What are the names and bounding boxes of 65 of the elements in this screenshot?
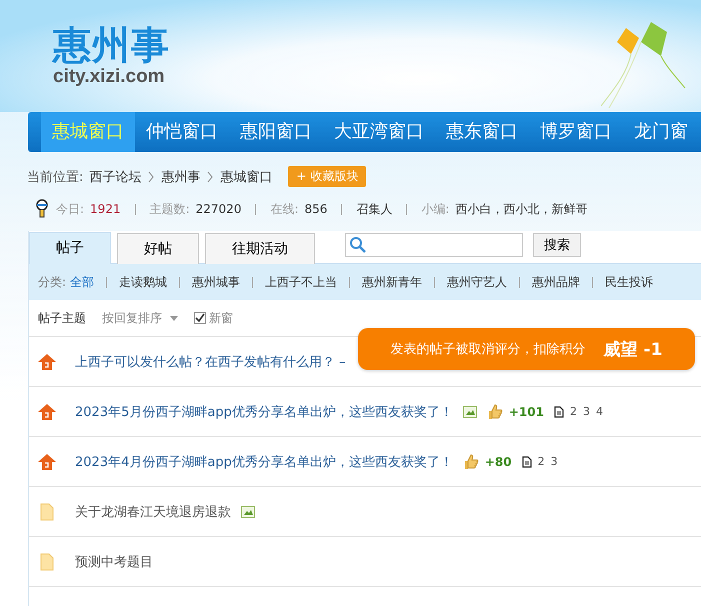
page-link[interactable]: 2 [538,455,545,468]
logo-domain: city.xizi.com [53,66,166,88]
thread-title[interactable]: 预测中考题目 [75,552,153,570]
page-link[interactable]: 4 [596,405,603,418]
category-link[interactable]: 惠州品牌 [532,274,580,290]
nav-tab[interactable]: 博罗窗口 [529,112,623,152]
score: +101 [508,404,544,418]
category-link[interactable]: 民生投诉 [605,274,654,290]
score: +80 [484,454,512,468]
page-link[interactable]: 3 [550,455,558,468]
hot-thread-icon [37,402,57,420]
chevron-icon [206,170,214,182]
magnifier-icon [34,199,50,219]
stat-label: 小编: [421,200,450,218]
toast-message: 发表的帖子被取消评分，扣除积分 [390,341,586,358]
nav-tab[interactable]: 惠阳窗口 [229,112,323,152]
check-icon [195,313,205,323]
tab[interactable]: 帖子 [29,232,111,264]
tab[interactable]: 往期活动 [205,233,315,264]
thread-title[interactable]: 2023年4月份西子湖畔app优秀分享名单出炉，这些西友获奖了！ [75,452,453,470]
page-icon [522,456,532,468]
category-link[interactable]: 惠州新青年 [362,274,422,290]
toast-value: 威望 -1 [604,338,662,360]
tab[interactable]: 好帖 [117,233,199,264]
nav-tab[interactable]: 惠东窗口 [435,112,529,152]
search-button[interactable]: 搜索 [533,233,581,257]
caret-icon [170,316,178,320]
thumbs-up-icon [486,404,503,420]
stat-label: 今日: [56,200,84,218]
stat-value: 227020 [196,202,242,216]
nav-tab[interactable]: 龙门窗 [623,112,699,152]
nav-tab[interactable]: 仲恺窗口 [135,112,229,152]
page-link[interactable]: 3 [582,405,590,418]
breadcrumb-link[interactable]: 惠州事 [161,168,200,186]
checkbox-label: 新窗 [209,310,233,326]
breadcrumb-link[interactable]: 西子论坛 [89,168,142,186]
thumbs-up-icon [462,454,479,470]
stat-value: 1921 [90,202,121,216]
stat-value: 召集人 [356,200,392,218]
column-title: 帖子主题 [38,310,86,326]
stat-label: 在线: [270,200,298,218]
category-link[interactable]: 走读鹅城 [119,274,168,290]
category-link[interactable]: 全部 [70,274,94,290]
hot-thread-icon [37,452,57,470]
thread-title[interactable]: 关于龙湖春江天境退房退款 [75,502,231,520]
thread-title[interactable]: 上西子可以发什么帖？在西子发帖有什么用？ – [75,352,346,370]
checkbox[interactable] [194,312,206,324]
breadcrumb-link[interactable]: 惠城窗口 [220,168,272,186]
category-link[interactable]: 惠州城事 [192,274,240,290]
hot-thread-icon [37,352,57,370]
thread-title[interactable]: 2023年5月份西子湖畔app优秀分享名单出炉，这些西友获奖了！ [75,402,453,420]
category-link[interactable]: 上西子不上当 [265,274,338,290]
page-icon [554,406,564,418]
search-field[interactable] [345,233,523,257]
chevron-icon [147,170,156,182]
search-icon [349,236,367,254]
category-link[interactable]: 惠州守艺人 [447,274,508,290]
breadcrumb-label: 当前位置: [27,168,84,186]
category-label: 分类: [38,274,66,290]
nav-tab[interactable]: 大亚湾窗口 [323,112,435,152]
stat-label: 主题数: [150,200,190,218]
stat-value: 856 [304,202,328,216]
sort-dropdown[interactable]: 按回复排序 [102,310,178,326]
page-link[interactable]: 2 [570,405,577,418]
stat-value: 西小白，西小北，新鲜哥 [455,200,588,218]
